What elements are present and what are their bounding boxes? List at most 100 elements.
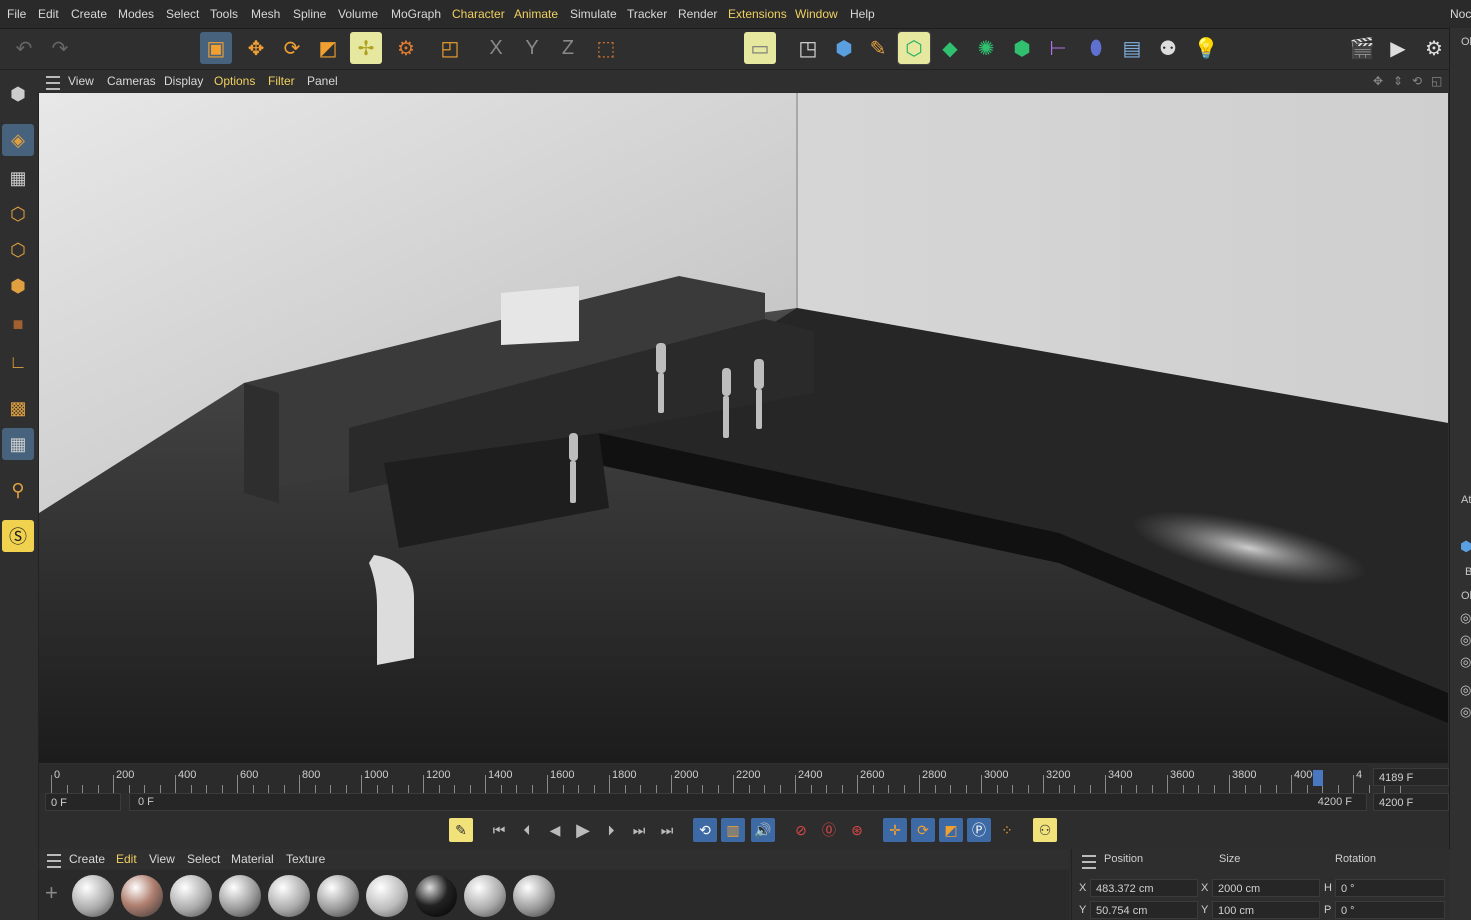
live-selection-icon[interactable]: ▣ (200, 32, 232, 64)
axis-mode-icon[interactable]: ∟ (2, 346, 34, 378)
preview-range-slider[interactable]: 0 F 4200 F (129, 793, 1367, 811)
deformer-icon[interactable]: ⊢ (1042, 32, 1074, 64)
polygons-mode-icon[interactable]: ⬢ (2, 270, 34, 302)
radio-4-icon[interactable]: ◎ (1460, 682, 1471, 698)
recent-tool-icon[interactable]: ⚙ (390, 32, 422, 64)
menu-mesh[interactable]: Mesh (251, 7, 280, 21)
material-menu-select[interactable]: Select (187, 852, 220, 866)
z-axis-lock-icon[interactable]: Z (552, 32, 584, 64)
menu-edit[interactable]: Edit (38, 7, 59, 21)
objects-tab-label[interactable]: Ol (1461, 36, 1471, 48)
position-x-field[interactable]: 483.372 cm (1090, 879, 1198, 897)
radio-5-icon[interactable]: ◎ (1460, 704, 1471, 720)
add-material-icon[interactable]: + (45, 880, 58, 906)
radio-1-icon[interactable]: ◎ (1460, 610, 1471, 626)
render-region-icon[interactable]: ▭ (744, 32, 776, 64)
scale-key-icon[interactable]: ◩ (939, 818, 963, 842)
end-frame-field[interactable]: 4200 F (1373, 793, 1449, 811)
move-tool-icon[interactable]: ✥ (240, 32, 272, 64)
material-swatch[interactable] (464, 875, 506, 917)
menu-spline[interactable]: Spline (293, 7, 326, 21)
viewport-maximize-icon[interactable]: ◱ (1431, 74, 1442, 88)
cloner-icon[interactable]: ⬢ (1006, 32, 1038, 64)
material-swatch[interactable] (72, 875, 114, 917)
points-mode-icon[interactable]: ⬡ (2, 198, 34, 230)
light-icon[interactable]: 💡 (1190, 32, 1222, 64)
rotation-key-icon[interactable]: ⟳ (911, 818, 935, 842)
menu-create[interactable]: Create (71, 7, 107, 21)
rotation-p-field[interactable]: 0 ° (1335, 901, 1445, 919)
menu-render[interactable]: Render (678, 7, 717, 21)
mograph-cloner-icon[interactable]: ✺ (970, 32, 1002, 64)
timeline-ruler[interactable]: 0 200 400 600 800 1000 1200 1400 1600 1800 2000 220… (39, 765, 1401, 793)
previous-key-icon[interactable]: ⏴ (515, 818, 539, 842)
keyframe-selection-icon[interactable]: ⊛ (845, 818, 869, 842)
move-axis-icon[interactable]: ✢ (350, 32, 382, 64)
menu-select[interactable]: Select (166, 7, 199, 21)
workplane-icon[interactable]: ▩ (2, 392, 34, 424)
viewport-menu-display[interactable]: Display (164, 74, 203, 88)
texture-mode-icon[interactable]: ▦ (2, 162, 34, 194)
3d-viewport[interactable] (39, 93, 1448, 763)
loop-icon[interactable]: ⟲ (693, 818, 717, 842)
next-key-icon[interactable]: ⏭ (627, 818, 651, 842)
material-swatch[interactable] (219, 875, 261, 917)
make-editable-icon[interactable]: ⬢ (2, 78, 34, 110)
position-y-field[interactable]: 50.754 cm (1090, 901, 1198, 919)
viewport-rotate-icon[interactable]: ⟲ (1412, 74, 1422, 88)
previous-frame-icon[interactable]: ◀ (543, 818, 567, 842)
material-swatch[interactable] (366, 875, 408, 917)
undo-icon[interactable]: ↶ (8, 32, 40, 64)
material-swatch[interactable] (317, 875, 359, 917)
uv-mode-icon[interactable]: ■ (2, 308, 34, 340)
pen-icon[interactable]: ✎ (862, 32, 894, 64)
menu-file[interactable]: File (7, 7, 26, 21)
material-menu-edit[interactable]: Edit (116, 852, 137, 866)
cube-icon[interactable]: ⬢ (828, 32, 860, 64)
record-active-icon[interactable]: ⊘ (789, 818, 813, 842)
menu-tracker[interactable]: Tracker (627, 7, 667, 21)
material-hamburger-icon[interactable] (47, 854, 61, 868)
menu-volume[interactable]: Volume (338, 7, 378, 21)
playhead-marker[interactable] (1313, 770, 1323, 786)
render-settings-icon[interactable]: ⚙ (1418, 32, 1450, 64)
radio-2-icon[interactable]: ◎ (1460, 632, 1471, 648)
material-swatch[interactable] (513, 875, 555, 917)
subdivision-icon[interactable]: ⬡ (897, 31, 931, 65)
position-key-icon[interactable]: ✛ (883, 818, 907, 842)
y-axis-lock-icon[interactable]: Y (516, 32, 548, 64)
locked-workplane-icon[interactable]: ▦ (2, 428, 34, 460)
go-to-start-icon[interactable]: ⏮ (487, 818, 511, 842)
scale-tool-icon[interactable]: ◩ (312, 32, 344, 64)
viewport-menu-options[interactable]: Options (214, 74, 255, 88)
viewport-hamburger-icon[interactable] (46, 76, 60, 90)
spline-pen-icon[interactable]: ◳ (792, 32, 824, 64)
material-menu-view[interactable]: View (149, 852, 175, 866)
render-view-icon[interactable]: 🎬 (1346, 32, 1378, 64)
object-tab-label[interactable]: Ol (1461, 590, 1471, 602)
keyframe-mode-icon[interactable]: ✎ (449, 818, 473, 842)
scheme-icon[interactable]: ⚇ (1033, 818, 1057, 842)
menu-tools[interactable]: Tools (210, 7, 238, 21)
menu-modes[interactable]: Modes (118, 7, 154, 21)
snap-icon[interactable]: ⚲ (2, 474, 34, 506)
viewport-menu-filter[interactable]: Filter (268, 74, 295, 88)
film-icon[interactable]: ▥ (721, 818, 745, 842)
field-icon[interactable]: ⬮ (1080, 32, 1112, 64)
rotation-h-field[interactable]: 0 ° (1335, 879, 1445, 897)
redo-icon[interactable]: ↷ (44, 32, 76, 64)
viewport-menu-cameras[interactable]: Cameras (107, 74, 156, 88)
go-to-end-icon[interactable]: ⏭ (655, 818, 679, 842)
material-menu-texture[interactable]: Texture (286, 852, 325, 866)
sound-icon[interactable]: 🔊 (751, 818, 775, 842)
autokey-icon[interactable]: ⓪ (817, 818, 841, 842)
menu-extensions[interactable]: Extensions (728, 7, 787, 21)
coordinates-hamburger-icon[interactable] (1082, 855, 1096, 869)
menu-help[interactable]: Help (850, 7, 875, 21)
coordinate-system-icon[interactable]: ⬚ (590, 32, 622, 64)
menu-animate[interactable]: Animate (514, 7, 558, 21)
render-to-picture-viewer-icon[interactable]: ▶ (1382, 32, 1414, 64)
extrude-icon[interactable]: ◆ (934, 32, 966, 64)
viewport-menu-view[interactable]: View (68, 74, 94, 88)
x-axis-lock-icon[interactable]: X (480, 32, 512, 64)
